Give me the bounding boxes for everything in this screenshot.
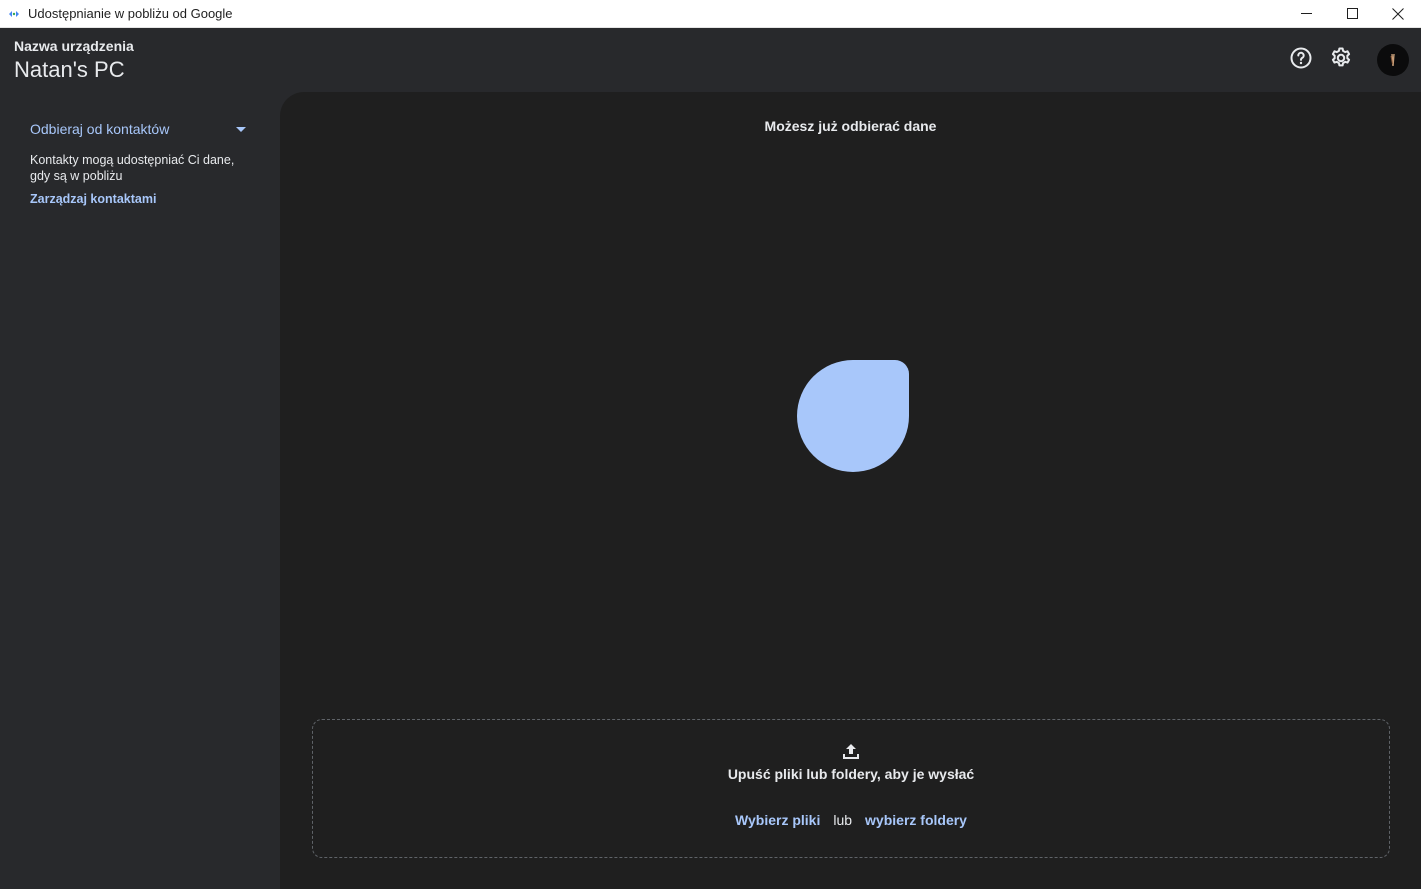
drop-zone-text: Upuść pliki lub foldery, aby je wysłać [727,766,975,782]
status-text: Możesz już odbierać dane [764,118,937,134]
receive-mode-label: Odbieraj od kontaktów [30,121,170,137]
manage-contacts-link[interactable]: Zarządzaj kontaktami [30,192,156,206]
select-folders-link[interactable]: wybierz foldery [865,812,967,828]
window-controls [1283,0,1421,27]
help-button[interactable] [1289,46,1313,75]
minimize-icon [1300,8,1312,19]
maximize-icon [1346,8,1358,19]
settings-button[interactable] [1329,46,1353,75]
gear-icon [1329,46,1353,75]
app-icon [8,9,20,19]
receive-description: Kontakty mogą udostępniać Ci dane, gdy s… [30,153,235,183]
maximize-button[interactable] [1329,0,1375,27]
close-icon [1392,7,1404,20]
close-button[interactable] [1375,0,1421,27]
receive-mode-dropdown[interactable]: Odbieraj od kontaktów [30,119,246,139]
select-files-link[interactable]: Wybierz pliki [735,812,820,828]
main-panel: Możesz już odbierać dane Upuść pliki lub… [280,92,1421,889]
or-text: lub [833,812,853,828]
window-title: Udostępnianie w pobliżu od Google [28,6,233,21]
device-name: Natan's PC [14,57,125,82]
chevron-down-icon [236,120,246,138]
help-icon [1289,46,1313,75]
app-header: Nazwa urządzenia Natan's PC [0,28,1421,92]
drop-zone[interactable]: Upuść pliki lub foldery, aby je wysłać W… [312,719,1390,858]
title-bar: Udostępnianie w pobliżu od Google [0,0,1421,28]
drop-zone-actions: Wybierz pliki lub wybierz foldery [313,812,1389,828]
device-visual [797,360,909,472]
minimize-button[interactable] [1283,0,1329,27]
avatar[interactable] [1377,44,1409,76]
upload-icon [313,742,1389,760]
sidebar: Odbieraj od kontaktów Kontakty mogą udos… [0,92,280,889]
device-name-label: Nazwa urządzenia [14,38,134,54]
